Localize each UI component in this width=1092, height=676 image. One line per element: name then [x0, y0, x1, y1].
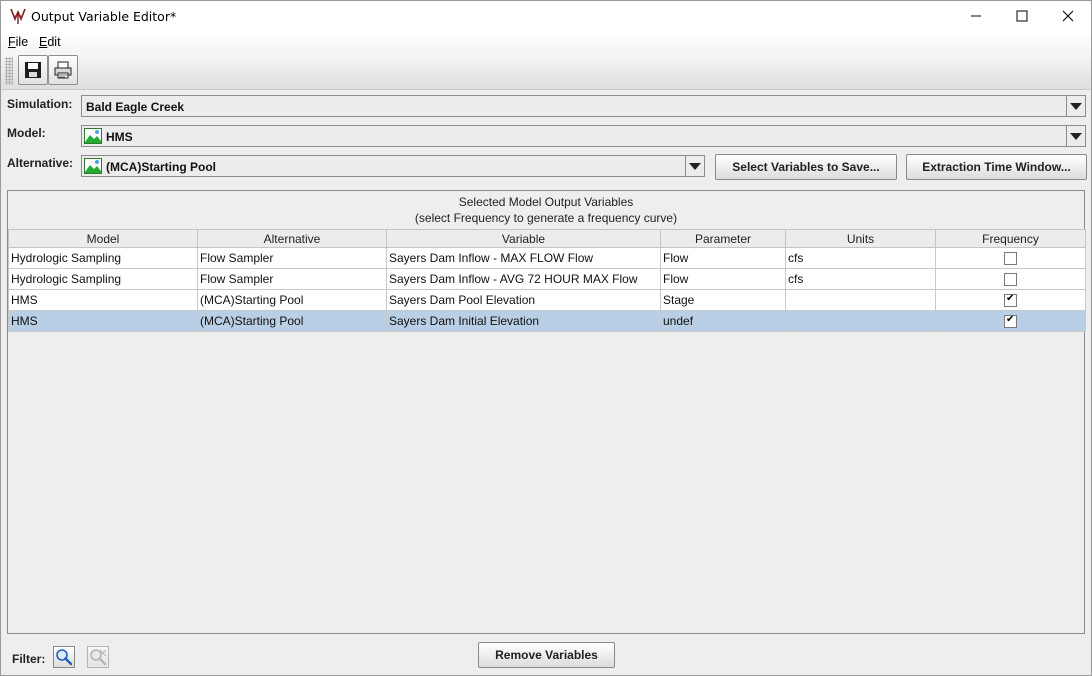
table-row[interactable]: Hydrologic Sampling Flow Sampler Sayers … — [8, 268, 1086, 290]
clear-filter-button[interactable] — [87, 646, 109, 668]
table-header-row: Model Alternative Variable Parameter Uni… — [8, 229, 1086, 248]
extraction-time-window-button[interactable]: Extraction Time Window... — [906, 154, 1087, 180]
table-row[interactable]: HMS (MCA)Starting Pool Sayers Dam Initia… — [8, 310, 1086, 332]
filter-label: Filter: — [12, 652, 46, 666]
print-button[interactable] — [48, 55, 78, 85]
model-value: HMS — [106, 130, 133, 144]
minimize-icon — [971, 15, 981, 17]
cell-variable[interactable]: Sayers Dam Inflow - AVG 72 HOUR MAX Flow — [386, 268, 661, 290]
save-icon — [25, 62, 41, 78]
window-title: Output Variable Editor* — [31, 9, 177, 24]
cell-parameter[interactable]: Flow — [660, 268, 786, 290]
select-variables-button[interactable]: Select Variables to Save... — [715, 154, 897, 180]
remove-variables-button[interactable]: Remove Variables — [478, 642, 615, 668]
search-icon — [56, 649, 73, 666]
chevron-down-icon[interactable] — [1066, 96, 1085, 116]
column-header-alternative[interactable]: Alternative — [197, 229, 387, 248]
output-variables-table: Selected Model Output Variables (select … — [7, 190, 1086, 634]
cell-variable[interactable]: Sayers Dam Inflow - MAX FLOW Flow — [386, 247, 661, 269]
cell-parameter[interactable]: Flow — [660, 247, 786, 269]
cell-alternative[interactable]: Flow Sampler — [197, 247, 387, 269]
cell-alternative[interactable]: (MCA)Starting Pool — [197, 289, 387, 311]
cell-units[interactable]: cfs — [785, 268, 936, 290]
cell-frequency — [935, 247, 1086, 269]
minimize-button[interactable] — [953, 1, 999, 31]
filter-search-button[interactable] — [53, 646, 75, 668]
title-bar: Output Variable Editor* — [1, 1, 1091, 31]
column-header-units[interactable]: Units — [785, 229, 936, 248]
simulation-label: Simulation: — [7, 97, 73, 111]
column-header-model[interactable]: Model — [8, 229, 198, 248]
cell-frequency — [935, 268, 1086, 290]
cell-units[interactable] — [785, 289, 936, 311]
frequency-checkbox[interactable] — [1004, 314, 1017, 329]
cell-variable[interactable]: Sayers Dam Initial Elevation — [386, 310, 661, 332]
cell-alternative[interactable]: Flow Sampler — [197, 268, 387, 290]
chevron-down-icon[interactable] — [1066, 126, 1085, 146]
toolbar-grip[interactable] — [5, 57, 13, 85]
cell-model[interactable]: Hydrologic Sampling — [8, 268, 198, 290]
maximize-icon — [1016, 10, 1028, 22]
table-subtitle: (select Frequency to generate a frequenc… — [414, 211, 678, 225]
model-select[interactable]: HMS — [81, 125, 1086, 147]
column-header-parameter[interactable]: Parameter — [660, 229, 786, 248]
close-button[interactable] — [1045, 1, 1091, 31]
landscape-icon — [84, 158, 102, 174]
cell-units[interactable]: cfs — [785, 247, 936, 269]
cell-frequency — [935, 310, 1086, 332]
cell-parameter[interactable]: Stage — [660, 289, 786, 311]
cell-model[interactable]: HMS — [8, 289, 198, 311]
clear-filter-icon — [90, 649, 107, 666]
table-row[interactable]: HMS (MCA)Starting Pool Sayers Dam Pool E… — [8, 289, 1086, 311]
menu-edit[interactable]: Edit — [39, 35, 61, 49]
app-logo-icon — [10, 8, 26, 24]
frequency-checkbox[interactable] — [1004, 273, 1017, 287]
model-label: Model: — [7, 126, 46, 140]
cell-alternative[interactable]: (MCA)Starting Pool — [197, 310, 387, 332]
column-header-variable[interactable]: Variable — [386, 229, 661, 248]
variables-grid: Model Alternative Variable Parameter Uni… — [8, 229, 1086, 332]
alternative-label: Alternative: — [7, 156, 74, 170]
cell-parameter[interactable]: undef — [660, 310, 786, 332]
close-icon — [1062, 10, 1074, 22]
landscape-icon — [84, 128, 102, 144]
table-row[interactable]: Hydrologic Sampling Flow Sampler Sayers … — [8, 247, 1086, 269]
cell-units[interactable] — [785, 310, 936, 332]
chevron-down-icon[interactable] — [685, 156, 704, 176]
print-icon — [54, 61, 72, 79]
simulation-select[interactable]: Bald Eagle Creek — [81, 95, 1086, 117]
cell-model[interactable]: HMS — [8, 310, 198, 332]
maximize-button[interactable] — [999, 1, 1045, 31]
alternative-select[interactable]: (MCA)Starting Pool — [81, 155, 705, 177]
output-variable-editor-window: Output Variable Editor* File Edit Simula… — [0, 0, 1092, 676]
save-button[interactable] — [18, 55, 48, 85]
column-header-frequency[interactable]: Frequency — [935, 229, 1086, 248]
toolbar — [1, 53, 1091, 90]
alternative-value: (MCA)Starting Pool — [106, 160, 216, 174]
cell-frequency — [935, 289, 1086, 311]
frequency-checkbox[interactable] — [1004, 293, 1017, 308]
simulation-value: Bald Eagle Creek — [86, 100, 185, 114]
frequency-checkbox[interactable] — [1004, 252, 1017, 266]
menu-bar: File Edit — [1, 31, 1091, 53]
menu-file[interactable]: File — [8, 35, 28, 49]
table-title: Selected Model Output Variables — [458, 195, 634, 209]
cell-model[interactable]: Hydrologic Sampling — [8, 247, 198, 269]
cell-variable[interactable]: Sayers Dam Pool Elevation — [386, 289, 661, 311]
